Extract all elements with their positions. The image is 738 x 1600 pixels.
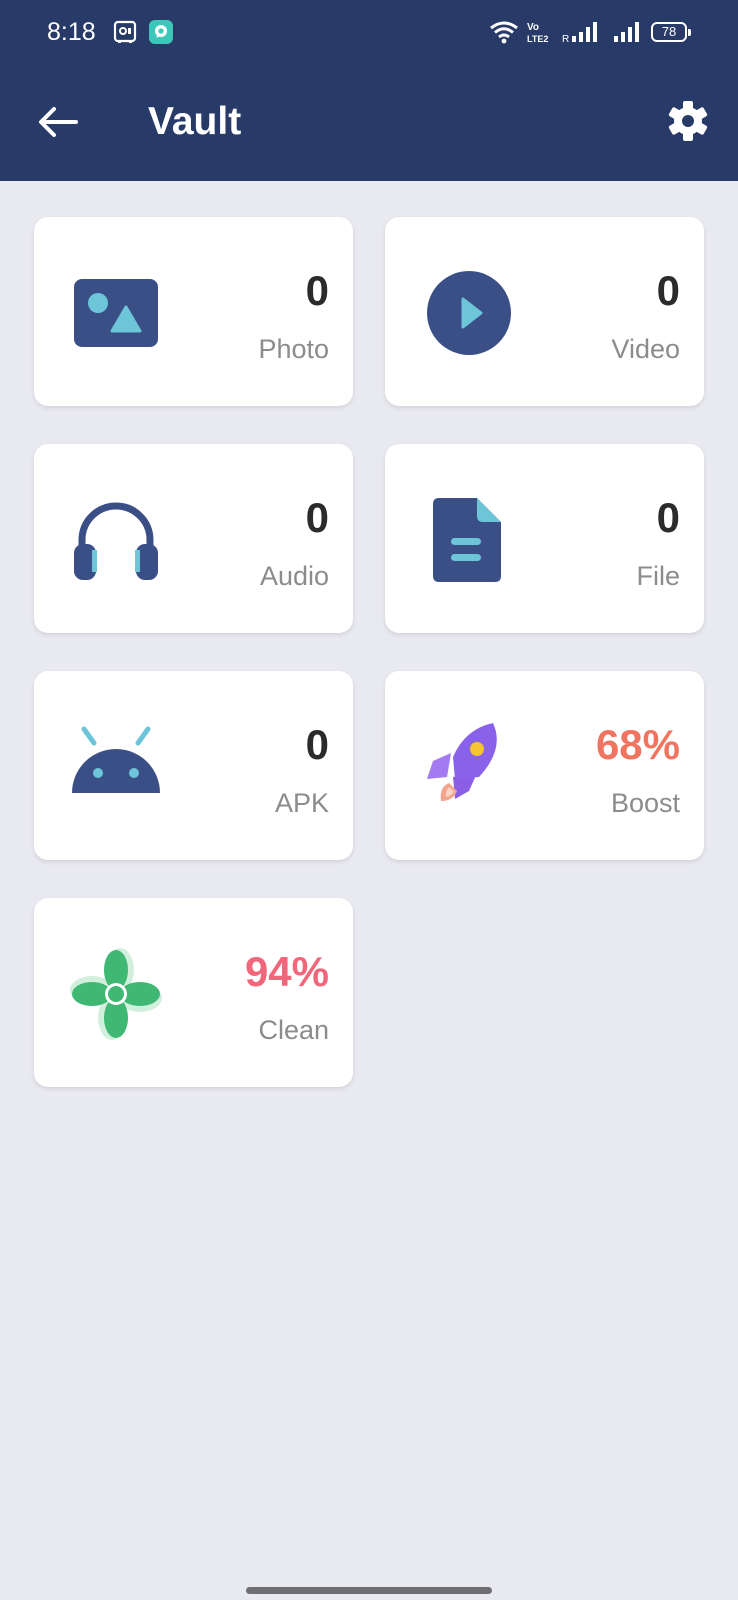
file-label: File <box>636 561 680 591</box>
apk-label: APK <box>274 788 329 818</box>
svg-text:LTE2: LTE2 <box>527 34 548 44</box>
photo-icon <box>70 267 162 359</box>
signal-icon: R <box>562 20 602 49</box>
audio-card[interactable]: 0 Audio <box>34 444 353 633</box>
chat-icon <box>149 20 173 49</box>
photo-count: 0 <box>305 267 329 314</box>
file-icon <box>425 494 517 586</box>
signal-icon-2 <box>612 20 644 49</box>
fan-icon <box>70 948 162 1040</box>
battery-icon: 78 <box>651 22 691 42</box>
gesture-navigation-bar[interactable] <box>246 1587 492 1594</box>
storage-icon <box>113 20 137 49</box>
file-card[interactable]: 0 File <box>385 444 704 633</box>
android-icon <box>70 721 162 813</box>
video-icon <box>423 267 515 359</box>
page-title: Vault <box>148 100 242 143</box>
status-time: 8:18 <box>47 18 96 46</box>
rocket-icon <box>419 719 511 811</box>
photo-label: Photo <box>258 334 329 364</box>
clean-card[interactable]: 94% Clean <box>34 898 353 1087</box>
app-header: 8:18 Vo LTE2 R 78 Vault <box>0 0 738 181</box>
file-count: 0 <box>656 494 680 541</box>
settings-button[interactable] <box>666 99 710 148</box>
video-label: Video <box>611 334 680 364</box>
gear-icon <box>668 101 708 141</box>
apk-card[interactable]: 0 APK <box>34 671 353 860</box>
wifi-icon <box>489 20 519 49</box>
boost-label: Boost <box>610 788 680 818</box>
clean-percent: 94% <box>244 948 329 995</box>
arrow-left-icon <box>39 107 78 137</box>
svg-text:R: R <box>562 34 569 44</box>
svg-text:Vo: Vo <box>527 22 539 33</box>
volte-icon: Vo LTE2 <box>525 20 551 51</box>
boost-percent: 68% <box>595 721 680 768</box>
status-bar: 8:18 Vo LTE2 R 78 <box>0 0 738 66</box>
audio-count: 0 <box>305 494 329 541</box>
back-button[interactable] <box>36 104 80 145</box>
headphones-icon <box>70 494 162 586</box>
photo-card[interactable]: 0 Photo <box>34 217 353 406</box>
video-count: 0 <box>656 267 680 314</box>
apk-count: 0 <box>305 721 329 768</box>
clean-label: Clean <box>258 1015 329 1045</box>
audio-label: Audio <box>259 561 329 591</box>
boost-card[interactable]: 68% Boost <box>385 671 704 860</box>
video-card[interactable]: 0 Video <box>385 217 704 406</box>
